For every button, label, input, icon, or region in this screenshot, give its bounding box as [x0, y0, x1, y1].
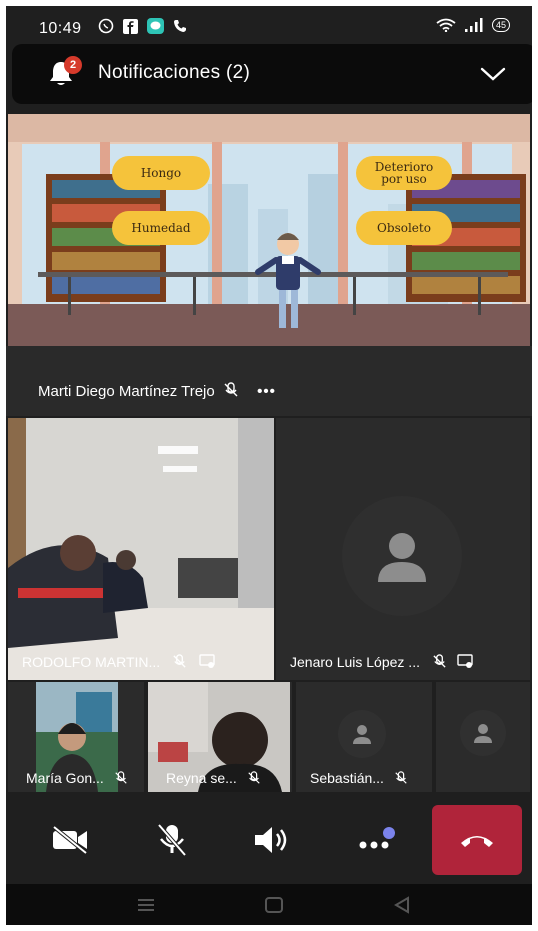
screen-share-icon [457, 654, 473, 668]
camera-toggle[interactable] [30, 796, 110, 884]
participant-name: Reyna se... [166, 770, 237, 786]
label-obsoleto: Obsoleto [356, 211, 452, 245]
participant-name: María Gon... [26, 770, 104, 786]
speaker-icon [255, 827, 287, 853]
participant-tile[interactable] [436, 682, 530, 792]
mute-toggle[interactable] [132, 796, 212, 884]
presenter-name: Marti Diego Martínez Trejo [38, 383, 215, 400]
more-icon [359, 827, 395, 849]
mic-off-icon [395, 771, 407, 784]
participant-name: Sebastián... [310, 770, 384, 786]
mic-off-icon [115, 771, 127, 784]
whatsapp-icon [98, 18, 114, 34]
avatar [338, 710, 386, 758]
chat-icon [147, 18, 164, 34]
facebook-icon [123, 18, 138, 34]
notification-badge: 2 [64, 56, 82, 74]
more-options[interactable]: ••• [257, 383, 276, 400]
participant-tile[interactable]: Sebastián... [296, 682, 432, 792]
label-humedad: Humedad [112, 211, 210, 245]
more-button[interactable] [336, 796, 416, 884]
mic-off-icon [224, 382, 238, 397]
system-nav-bar [6, 884, 532, 925]
screen-share-icon [199, 654, 215, 668]
speaker-toggle[interactable] [232, 796, 312, 884]
status-bar: 10:49 45 [6, 6, 532, 46]
participant-tile[interactable]: Jenaro Luis López ... [276, 418, 530, 680]
participant-name: Jenaro Luis López ... [290, 654, 420, 670]
home-icon[interactable] [264, 896, 284, 914]
shared-presentation: Hongo Humedad Deterioro por uso Obsoleto [8, 114, 530, 346]
label-hongo: Hongo [112, 156, 210, 190]
presenter-strip: Marti Diego Martínez Trejo ••• [6, 346, 532, 416]
signal-icon [464, 18, 483, 32]
hangup-icon [461, 836, 493, 847]
mic-off-icon [157, 823, 187, 857]
participant-name: RODOLFO MARTIN... [22, 654, 161, 670]
mic-off-icon [433, 654, 446, 668]
recents-icon[interactable] [136, 897, 156, 913]
phone-screen: 10:49 45 2 Notificaciones (2) Hongo Hume… [6, 6, 532, 925]
avatar [342, 496, 462, 616]
participant-tile[interactable]: Reyna se... [148, 682, 292, 792]
call-controls [6, 796, 532, 884]
battery-icon: 45 [491, 18, 510, 32]
hangup-button[interactable] [432, 805, 522, 875]
person-icon [378, 533, 426, 582]
person-icon [474, 724, 492, 743]
person-icon [353, 725, 371, 744]
participant-video [8, 418, 274, 680]
back-icon[interactable] [392, 896, 412, 914]
notifications-title: Notificaciones (2) [98, 62, 251, 83]
wifi-icon [436, 18, 456, 32]
mic-off-icon [173, 654, 186, 668]
avatar [460, 710, 506, 756]
notifications-bar[interactable]: 2 Notificaciones (2) [12, 44, 532, 104]
status-time: 10:49 [39, 20, 82, 37]
participant-tile[interactable]: RODOLFO MARTIN... [8, 418, 274, 680]
participant-tile[interactable]: María Gon... [8, 682, 144, 792]
video-off-icon [52, 825, 88, 855]
label-deterioro: Deterioro por uso [356, 156, 452, 190]
phone-icon [174, 20, 186, 32]
mic-off-icon [248, 771, 260, 784]
chevron-down-icon[interactable] [480, 66, 506, 82]
